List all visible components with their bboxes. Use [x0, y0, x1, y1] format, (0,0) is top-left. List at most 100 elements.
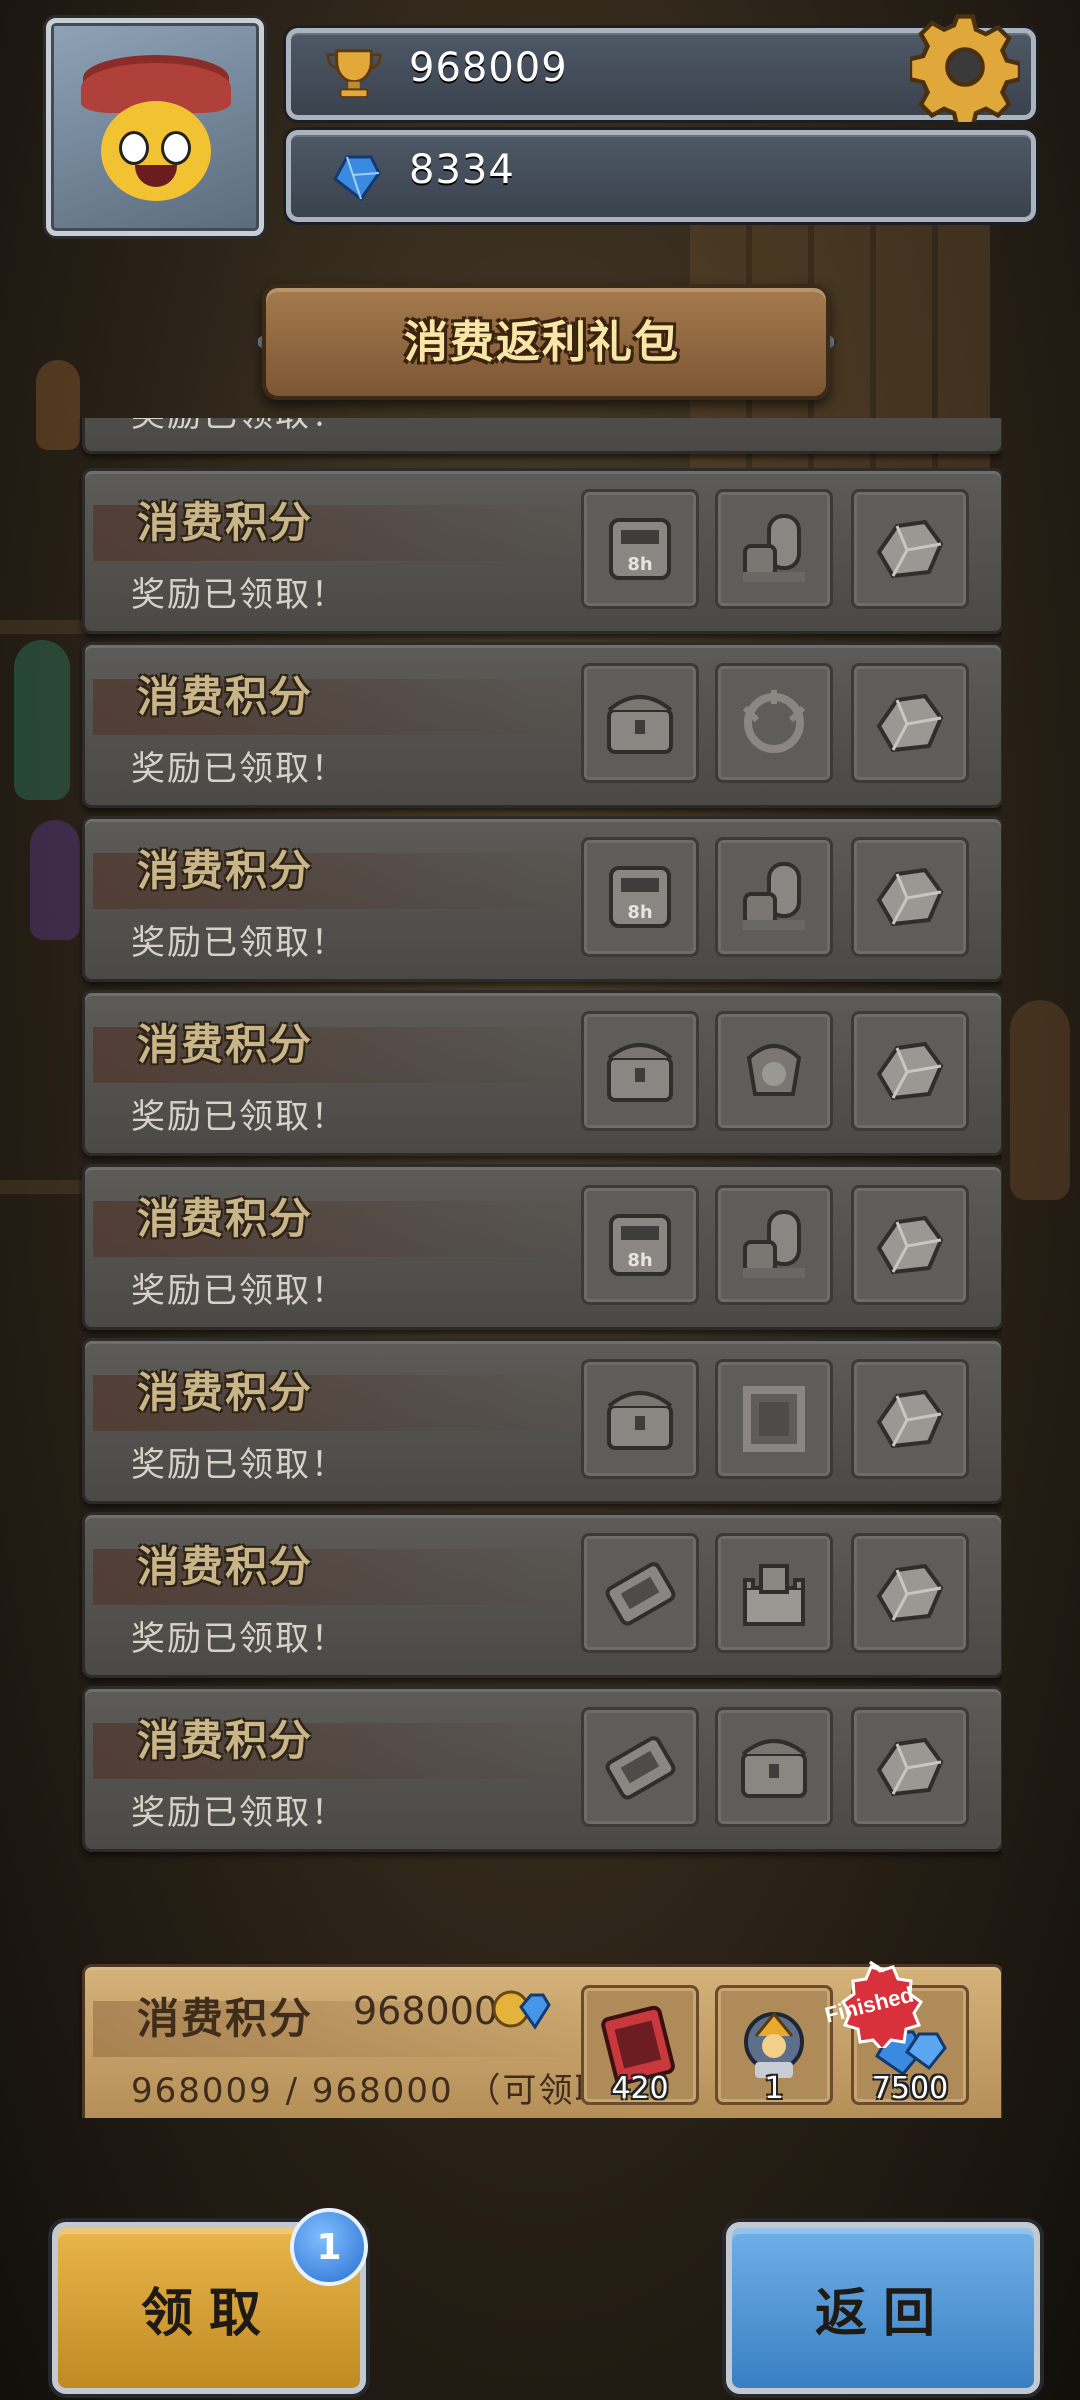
- reward-slot[interactable]: [851, 1185, 969, 1305]
- ore-icon: [876, 1215, 944, 1275]
- reward-card[interactable]: 消费积分奖励已领取！: [82, 990, 1002, 1156]
- svg-text:8h: 8h: [627, 554, 652, 575]
- finished-stamp: Finished: [822, 1960, 924, 2048]
- reward-card[interactable]: 消费积分奖励已领取！ 8h: [82, 816, 1002, 982]
- reward-slot[interactable]: 8h: [581, 1185, 699, 1305]
- bg-shelf: [0, 1180, 90, 1194]
- chest-icon: [607, 1043, 673, 1102]
- emblem-icon: [742, 690, 806, 753]
- reward-qty: 7500: [871, 2071, 949, 2106]
- scroll-icon: [605, 1736, 676, 1800]
- reward-slot[interactable]: 8h: [581, 837, 699, 957]
- svg-text:8h: 8h: [627, 1250, 652, 1271]
- reward-card[interactable]: 消费积分奖励已领取！: [82, 1512, 1002, 1678]
- reward-slot[interactable]: 8h: [581, 489, 699, 609]
- card-status: 奖励已领取！: [131, 1619, 347, 1659]
- ore-icon: [876, 1041, 944, 1101]
- reward-card[interactable]: 消费积分奖励已领取！: [82, 1338, 1002, 1504]
- bg-bottle: [14, 640, 70, 800]
- gem-bar: 8334: [286, 130, 1036, 222]
- card-label: 消费积分: [137, 1994, 314, 2043]
- reward-qty: 420: [611, 2071, 669, 2106]
- reward-card-partial: 奖励已领取！: [82, 418, 1002, 454]
- gem-icon: [333, 155, 381, 202]
- ore-icon: [876, 1563, 944, 1623]
- avatar-eye: [161, 131, 191, 165]
- card-status: 奖励已领取！: [131, 749, 347, 789]
- reward-slot[interactable]: [851, 1533, 969, 1653]
- machine-icon: [743, 1210, 805, 1278]
- reward-slot[interactable]: [851, 1011, 969, 1131]
- reward-slot[interactable]: [715, 1533, 833, 1653]
- back-button[interactable]: 返回: [726, 2222, 1040, 2394]
- trophy-count: 968009: [409, 45, 568, 91]
- bg-bottle: [1010, 1000, 1070, 1200]
- machine-icon: [743, 514, 805, 582]
- reward-list[interactable]: 奖励已领取！ 消费积分奖励已领取！8h消费积分奖励已领取！消费积分奖励已领取！8…: [78, 418, 1002, 2118]
- card-status: 奖励已领取！: [131, 1793, 347, 1833]
- chest-icon: [607, 695, 673, 754]
- card-label: 消费积分: [137, 1194, 314, 1243]
- card-label: 消费积分: [137, 672, 314, 721]
- card-status: 奖励已领取！: [131, 575, 347, 615]
- card-status: 奖励已领取！: [131, 1097, 347, 1137]
- card-status: 奖励已领取！: [131, 418, 347, 436]
- card-label: 消费积分: [137, 1368, 314, 1417]
- ore-icon: [876, 693, 944, 753]
- frame-icon: [743, 1386, 805, 1452]
- reward-slot[interactable]: [715, 1185, 833, 1305]
- card-status: 奖励已领取！: [131, 1445, 347, 1485]
- bg-bottle: [36, 360, 80, 450]
- reward-slot[interactable]: [851, 1707, 969, 1827]
- coin-gem-icon: [492, 1990, 551, 2030]
- chest-icon: [741, 1739, 807, 1798]
- reward-slot[interactable]: [851, 1359, 969, 1479]
- reward-slot[interactable]: [851, 663, 969, 783]
- castle-icon: [743, 1564, 805, 1626]
- reward-slot[interactable]: [581, 1707, 699, 1827]
- trophy-icon: [326, 49, 382, 99]
- reward-slot[interactable]: 420: [581, 1985, 699, 2106]
- avatar-eye: [119, 131, 149, 165]
- reward-slot[interactable]: [715, 1359, 833, 1479]
- reward-qty: 1: [764, 2071, 784, 2106]
- ore-icon: [876, 867, 944, 927]
- timer-8h-icon: 8h: [609, 518, 671, 580]
- card-label: 消费积分: [137, 1716, 314, 1765]
- ore-icon: [876, 1737, 944, 1797]
- reward-slot[interactable]: [581, 1533, 699, 1653]
- card-label: 消费积分: [137, 1542, 314, 1591]
- reward-slot[interactable]: [581, 1359, 699, 1479]
- reward-slot[interactable]: [581, 663, 699, 783]
- avatar-face: [101, 101, 211, 201]
- reward-slot[interactable]: [715, 837, 833, 957]
- reward-card[interactable]: 消费积分奖励已领取！ 8h: [82, 1164, 1002, 1330]
- claim-count-badge: 1: [290, 2208, 368, 2286]
- reward-slot[interactable]: [851, 489, 969, 609]
- card-status: 奖励已领取！: [131, 923, 347, 963]
- reward-card[interactable]: 消费积分奖励已领取！: [82, 1686, 1002, 1852]
- chest-icon: [607, 1391, 673, 1450]
- timer-8h-icon: 8h: [609, 1214, 671, 1276]
- reward-slot[interactable]: [851, 837, 969, 957]
- reward-slot[interactable]: [715, 1707, 833, 1827]
- settings-gear-icon[interactable]: [910, 12, 1020, 122]
- reward-card[interactable]: 消费积分奖励已领取！: [82, 642, 1002, 808]
- card-label: 消费积分: [137, 498, 314, 547]
- player-avatar[interactable]: [46, 18, 264, 236]
- machine-icon: [743, 862, 805, 930]
- reward-slot[interactable]: [715, 1011, 833, 1131]
- gem-count: 8334: [409, 147, 515, 193]
- reward-slot[interactable]: [715, 663, 833, 783]
- card-label: 消费积分: [137, 846, 314, 895]
- reward-slot[interactable]: [581, 1011, 699, 1131]
- ore-icon: [876, 519, 944, 579]
- reward-card[interactable]: 消费积分奖励已领取！ 8h: [82, 468, 1002, 634]
- reward-slot[interactable]: [715, 489, 833, 609]
- card-status: 奖励已领取！: [131, 1271, 347, 1311]
- svg-text:8h: 8h: [627, 902, 652, 923]
- crest-icon: [746, 1044, 802, 1096]
- ore-icon: [876, 1389, 944, 1449]
- card-label: 消费积分: [137, 1020, 314, 1069]
- timer-8h-icon: 8h: [609, 866, 671, 928]
